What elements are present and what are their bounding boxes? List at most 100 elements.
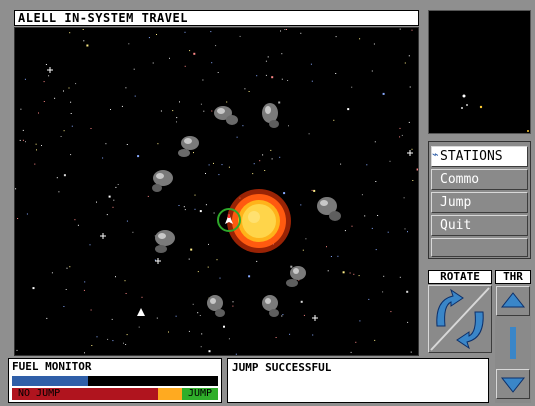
star xyxy=(347,108,350,111)
star xyxy=(242,125,244,127)
star xyxy=(77,224,79,226)
space-viewport[interactable] xyxy=(14,27,419,356)
star xyxy=(68,87,70,89)
thrust-up-button[interactable] xyxy=(496,286,530,316)
star xyxy=(399,127,401,129)
sun-icon[interactable] xyxy=(227,189,291,253)
menu-item-label: STATIONS xyxy=(440,149,503,164)
star xyxy=(226,101,228,103)
star xyxy=(141,296,143,298)
star xyxy=(248,275,251,278)
star xyxy=(63,306,65,307)
star xyxy=(280,30,281,32)
star xyxy=(264,170,266,171)
fuel-gauge xyxy=(12,376,218,386)
star xyxy=(350,351,352,353)
star xyxy=(232,305,234,307)
space-map xyxy=(15,28,418,355)
fuel-monitor-title: FUEL MONITOR xyxy=(12,360,92,373)
fuel-zones: NO JUMP JUMP xyxy=(12,388,218,400)
menu-item-label: Jump xyxy=(440,195,472,210)
star xyxy=(211,110,213,112)
star xyxy=(199,210,202,213)
star xyxy=(133,68,135,70)
star xyxy=(148,37,150,39)
star xyxy=(281,53,283,55)
star xyxy=(84,352,85,354)
star xyxy=(302,249,304,251)
star xyxy=(113,199,115,201)
star xyxy=(183,206,185,208)
menu-item-label: Commo xyxy=(440,172,480,187)
star xyxy=(112,340,114,342)
thrust-down-button[interactable] xyxy=(496,369,530,399)
star xyxy=(335,36,337,38)
star xyxy=(265,60,267,62)
star xyxy=(69,266,71,268)
star xyxy=(300,204,302,206)
star xyxy=(399,276,401,278)
star xyxy=(412,180,414,181)
menu-item-jump[interactable]: Jump xyxy=(431,192,528,213)
star xyxy=(184,31,186,33)
star xyxy=(205,204,207,206)
star xyxy=(188,330,190,332)
star xyxy=(401,134,403,136)
menu-item-quit[interactable]: Quit xyxy=(431,215,528,236)
star xyxy=(407,321,409,323)
star xyxy=(199,315,201,316)
star xyxy=(58,191,60,193)
star xyxy=(390,311,392,313)
star xyxy=(290,265,293,268)
star xyxy=(404,228,406,230)
star xyxy=(176,117,178,119)
star xyxy=(377,215,379,216)
asteroid-icon xyxy=(207,295,225,317)
star xyxy=(239,35,241,37)
star xyxy=(351,86,353,88)
star xyxy=(41,145,42,146)
star xyxy=(375,249,377,251)
star xyxy=(138,326,140,328)
star xyxy=(63,90,64,92)
star xyxy=(216,259,218,261)
star xyxy=(275,337,277,338)
star xyxy=(351,225,353,227)
star xyxy=(355,341,357,343)
star xyxy=(90,128,92,129)
star xyxy=(399,28,401,30)
star xyxy=(110,109,111,110)
menu-item-stations[interactable]: ⌁ STATIONS xyxy=(431,146,528,167)
star xyxy=(399,136,401,138)
star xyxy=(382,291,384,293)
star xyxy=(154,259,156,261)
star xyxy=(105,143,107,145)
star xyxy=(288,125,289,127)
asteroid-icon xyxy=(214,106,238,125)
star xyxy=(175,315,177,317)
star xyxy=(342,271,345,274)
caution-zone xyxy=(158,388,182,400)
star xyxy=(137,155,140,158)
no-jump-zone: NO JUMP xyxy=(12,388,158,400)
star xyxy=(70,101,72,103)
fuel-level-bar xyxy=(12,376,89,386)
star xyxy=(364,215,366,217)
star xyxy=(157,143,159,145)
star xyxy=(407,231,408,233)
star xyxy=(326,246,327,248)
star xyxy=(126,334,128,336)
menu-item-commo[interactable]: Commo xyxy=(431,169,528,190)
star xyxy=(89,244,91,246)
star xyxy=(337,255,339,257)
star xyxy=(202,79,204,81)
star xyxy=(223,325,225,328)
star xyxy=(252,173,254,175)
star xyxy=(271,158,273,160)
star xyxy=(282,314,284,316)
star xyxy=(197,312,199,314)
star xyxy=(284,29,286,30)
star xyxy=(281,315,283,317)
star xyxy=(359,38,361,40)
star xyxy=(70,113,72,114)
